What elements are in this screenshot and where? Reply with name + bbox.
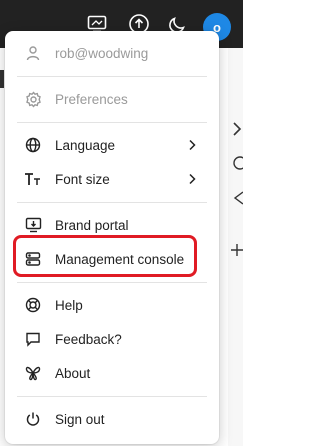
menu-item-account: rob@woodwing [17, 38, 207, 68]
tag-icon [231, 191, 243, 205]
font-size-label: Font size [55, 171, 110, 187]
brand-portal-icon [23, 215, 43, 235]
about-label: About [55, 365, 91, 381]
divider [17, 396, 207, 397]
divider [17, 76, 207, 77]
highlight-box [13, 235, 197, 277]
feedback-label: Feedback? [55, 331, 122, 347]
sign-out-label: Sign out [55, 411, 105, 427]
divider [17, 122, 207, 123]
butterfly-icon [23, 363, 43, 383]
background-fragment [0, 70, 4, 88]
language-label: Language [55, 137, 116, 153]
preferences-label: Preferences [55, 91, 128, 107]
menu-item-sign-out[interactable]: Sign out [17, 404, 207, 434]
menu-item-font-size[interactable]: Font size [17, 164, 207, 194]
add-icon [231, 243, 243, 257]
menu-item-feedback[interactable]: Feedback? [17, 324, 207, 354]
gear-icon [23, 89, 43, 109]
chevron-right-icon [231, 122, 243, 136]
globe-icon [23, 135, 43, 155]
account-email: rob@woodwing [55, 45, 149, 61]
menu-item-preferences[interactable]: Preferences [17, 84, 207, 114]
font-size-icon [23, 169, 43, 189]
user-menu: rob@woodwing Preferences Language Font s… [5, 31, 219, 444]
menu-item-language[interactable]: Language [17, 130, 207, 160]
chevron-right-icon [185, 138, 199, 152]
help-label: Help [55, 297, 83, 313]
chevron-right-icon [185, 172, 199, 186]
check-circle-icon [231, 156, 243, 170]
menu-item-about[interactable]: About [17, 358, 207, 388]
menu-item-help[interactable]: Help [17, 290, 207, 320]
user-icon [23, 43, 43, 63]
feedback-icon [23, 329, 43, 349]
divider [17, 282, 207, 283]
brand-portal-label: Brand portal [55, 217, 129, 233]
divider [17, 202, 207, 203]
help-icon [23, 295, 43, 315]
power-icon [23, 409, 43, 429]
